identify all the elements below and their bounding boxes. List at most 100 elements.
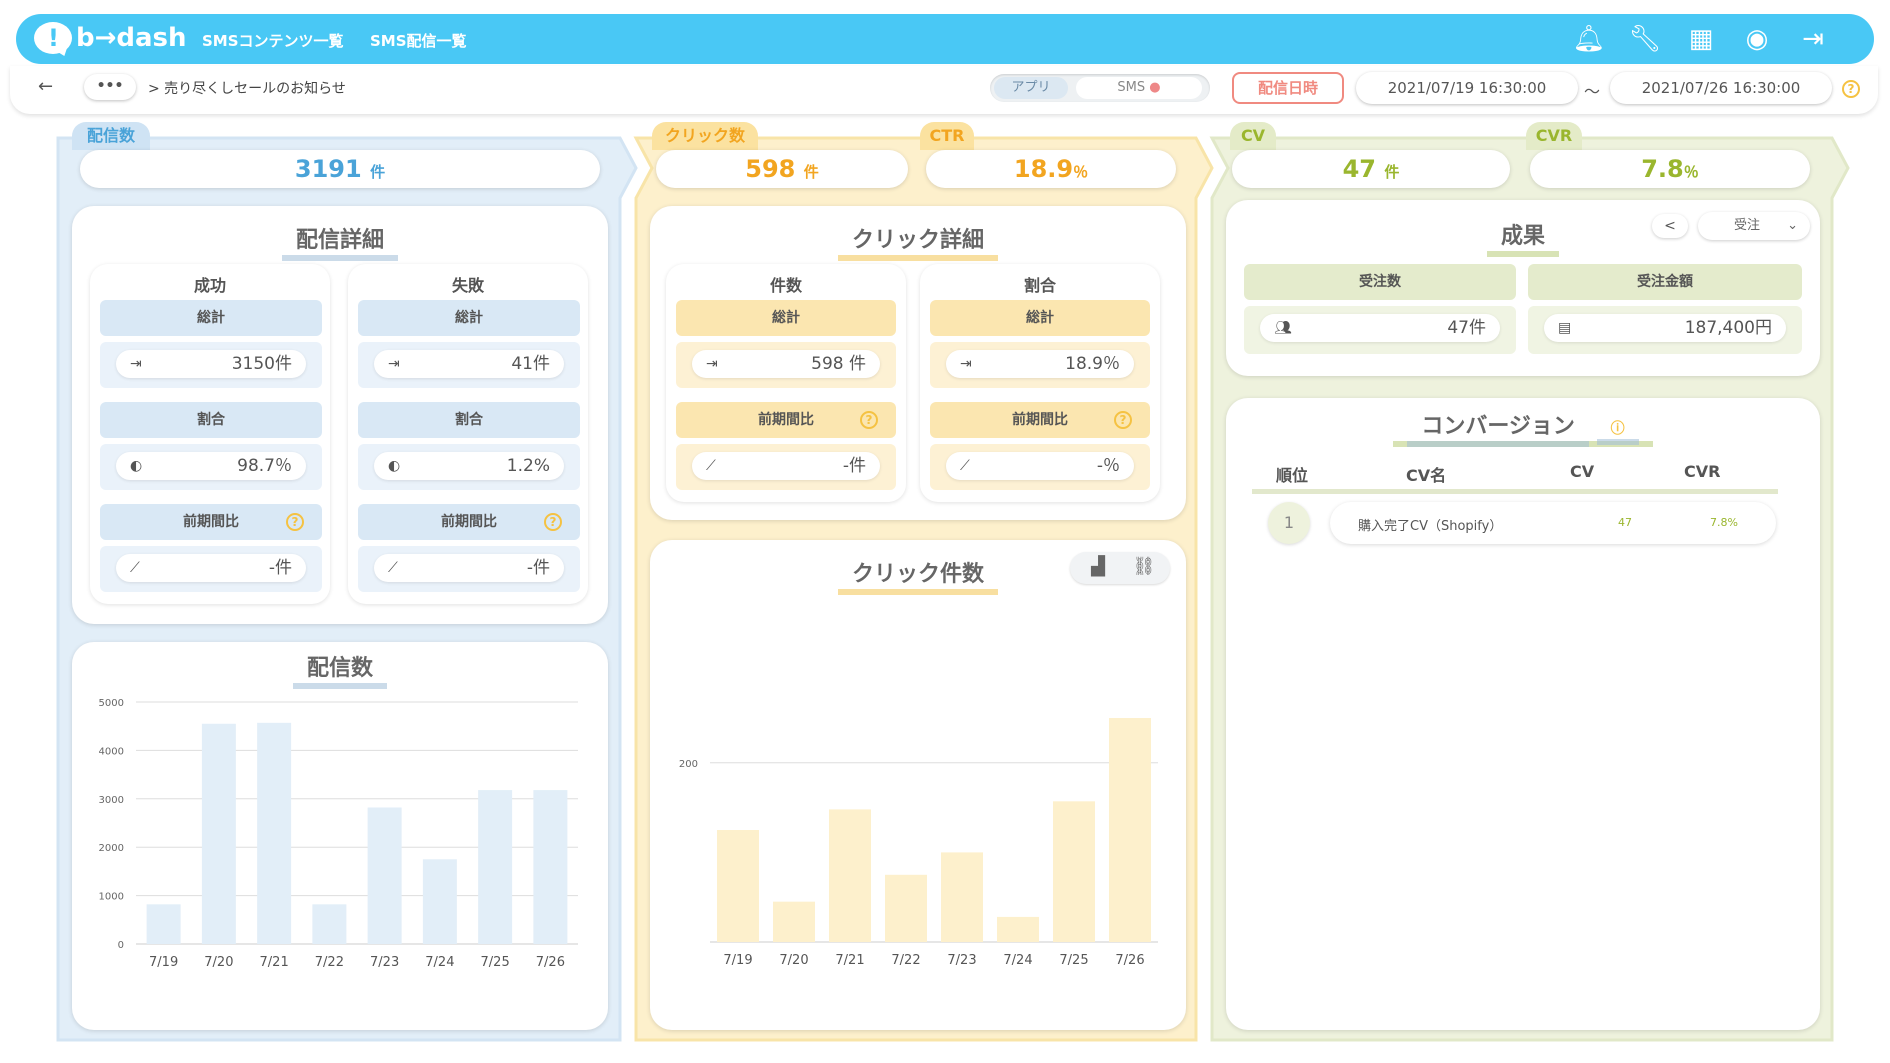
link-icon[interactable]: ⛓ — [1126, 556, 1162, 580]
orders-label: 受注数 — [1244, 264, 1516, 300]
trend-icon: ⟋ — [706, 458, 716, 474]
success-prev-label: 前期間比 — [183, 514, 239, 530]
click-ratio-prev-label: 前期間比 — [1012, 412, 1068, 428]
help-icon[interactable]: ⓘ — [1596, 421, 1639, 445]
arrow-out-icon: ⇥ — [960, 356, 972, 372]
x-tick-label: 7/20 — [779, 953, 808, 968]
click-count-prev: -件 — [842, 456, 866, 476]
y-tick-label: 3000 — [99, 795, 124, 806]
bar — [312, 904, 347, 944]
fail-prev-label: 前期間比 — [441, 514, 497, 530]
cvr-tab: CVR — [1526, 122, 1582, 150]
x-tick-label: 7/24 — [1003, 953, 1032, 968]
success-total-row: ⇥ 3150件 — [100, 342, 322, 388]
delivery-total: 3191 — [294, 155, 362, 183]
click-tab: クリック数 — [652, 122, 758, 150]
row-cvr: 7.8% — [1710, 516, 1738, 529]
fail-prev-label-row: 前期間比? — [358, 504, 580, 540]
receipt-icon: ▤ — [1558, 320, 1572, 336]
bar — [829, 809, 871, 942]
col-cv: CV — [1570, 462, 1595, 481]
click-ratio-total-row: ⇥ 18.9％ — [930, 342, 1150, 388]
ctr-tab: CTR — [920, 122, 974, 150]
row-cv-name: 購入完了CV（Shopify） — [1358, 519, 1503, 534]
success-ratio-label: 割合 — [100, 402, 322, 438]
x-tick-label: 7/19 — [723, 953, 752, 968]
result-select[interactable]: 受注 ⌄ — [1698, 212, 1810, 240]
click-count-total-row: ⇥ 598 件 — [676, 342, 896, 388]
fail-total-row: ⇥ 41件 — [358, 342, 580, 388]
row-cv: 47 — [1618, 516, 1632, 529]
x-tick-label: 7/25 — [1059, 953, 1088, 968]
table-row[interactable]: 購入完了CV（Shopify） 47 7.8% — [1330, 502, 1776, 544]
ctr-unit: ％ — [1073, 163, 1089, 181]
click-total-box: 598 件 — [656, 150, 908, 188]
delivery-chart-title-text: 配信数 — [292, 656, 387, 689]
help-icon[interactable]: ? — [544, 513, 562, 531]
bar — [997, 916, 1039, 942]
success-ratio: 98.7％ — [237, 456, 292, 476]
bar — [717, 830, 759, 942]
trend-icon: ⟋ — [130, 560, 140, 576]
click-unit: 件 — [803, 163, 819, 181]
success-prev-row: ⟋ -件 — [100, 546, 322, 592]
x-tick-label: 7/26 — [536, 955, 565, 970]
arrow-out-icon: ⇥ — [130, 356, 142, 372]
click-count-total-label: 総計 — [676, 300, 896, 336]
help-icon[interactable]: ? — [1114, 411, 1132, 429]
x-tick-label: 7/23 — [947, 953, 976, 968]
delivery-unit: 件 — [370, 163, 386, 181]
click-ratio-prev-row: ⟋ -％ — [930, 444, 1150, 490]
bar — [941, 852, 983, 942]
delivery-detail-title-text: 配信詳細 — [281, 228, 398, 261]
col-cv-name: CV名 — [1406, 466, 1447, 485]
chevron-down-icon: ⌄ — [1787, 218, 1798, 233]
click-count-prev-label: 前期間比 — [758, 412, 814, 428]
trend-icon: ⟋ — [388, 560, 398, 576]
click-count-prev-label-row: 前期間比? — [676, 402, 896, 438]
success-total-label: 総計 — [100, 300, 322, 336]
conversion-title-text: コンバージョン — [1407, 414, 1589, 447]
y-tick-label: 5000 — [99, 698, 124, 709]
cvr-value: 7.8 — [1641, 155, 1684, 183]
x-tick-label: 7/22 — [891, 953, 920, 968]
bar-chart-icon[interactable]: ▟ — [1080, 556, 1116, 580]
bar — [201, 723, 236, 944]
success-prev-label-row: 前期間比? — [100, 504, 322, 540]
click-total: 598 — [745, 155, 796, 183]
amount-row: ▤ 187,400円 — [1528, 306, 1802, 354]
fail-prev: -件 — [526, 558, 550, 578]
rank-badge: 1 — [1268, 502, 1310, 544]
delivery-bar-chart: 0 1000 2000 3000 4000 5000 7/19 7/20 7/21 7/22 7/2… — [99, 698, 578, 970]
result-title-text: 成果 — [1486, 224, 1559, 257]
fail-ratio: 1.2% — [506, 456, 550, 476]
conversion-title: コンバージョン ⓘ — [1226, 408, 1820, 447]
fail-ratio-row: ◐ 1.2% — [358, 444, 580, 490]
click-bar-chart: 200 7/19 7/20 7/21 7/22 7/23 7/24 7/25 7/26 — [679, 718, 1158, 968]
fail-total-label: 総計 — [358, 300, 580, 336]
fail-head: 失敗 — [451, 276, 484, 295]
delivery-detail-title: 配信詳細 — [72, 222, 608, 261]
cvr-box: 7.8％ — [1530, 150, 1810, 188]
x-tick-label: 7/22 — [315, 955, 344, 970]
people-icon: 👥︎ — [1274, 320, 1292, 336]
delivery-tab: 配信数 — [72, 122, 150, 150]
help-icon[interactable]: ? — [286, 513, 304, 531]
bar — [422, 859, 457, 944]
click-ratio-prev-label-row: 前期間比? — [930, 402, 1150, 438]
bar — [146, 904, 181, 944]
orders-row: 👥︎ 47件 — [1244, 306, 1516, 354]
x-tick-label: 7/21 — [260, 955, 289, 970]
x-tick-label: 7/19 — [149, 955, 178, 970]
cv-tab: CV — [1230, 122, 1276, 150]
pie-icon: ◐ — [130, 458, 143, 474]
cvr-unit: ％ — [1683, 163, 1699, 181]
bar — [773, 901, 815, 942]
col-rank: 順位 — [1276, 466, 1309, 485]
cv-total-box: 47 件 — [1232, 150, 1510, 188]
delivery-total-box: 3191 件 — [80, 150, 600, 188]
bar — [257, 722, 292, 944]
help-icon[interactable]: ? — [860, 411, 878, 429]
click-count-head: 件数 — [769, 276, 802, 295]
share-icon[interactable]: < — [1652, 214, 1688, 238]
